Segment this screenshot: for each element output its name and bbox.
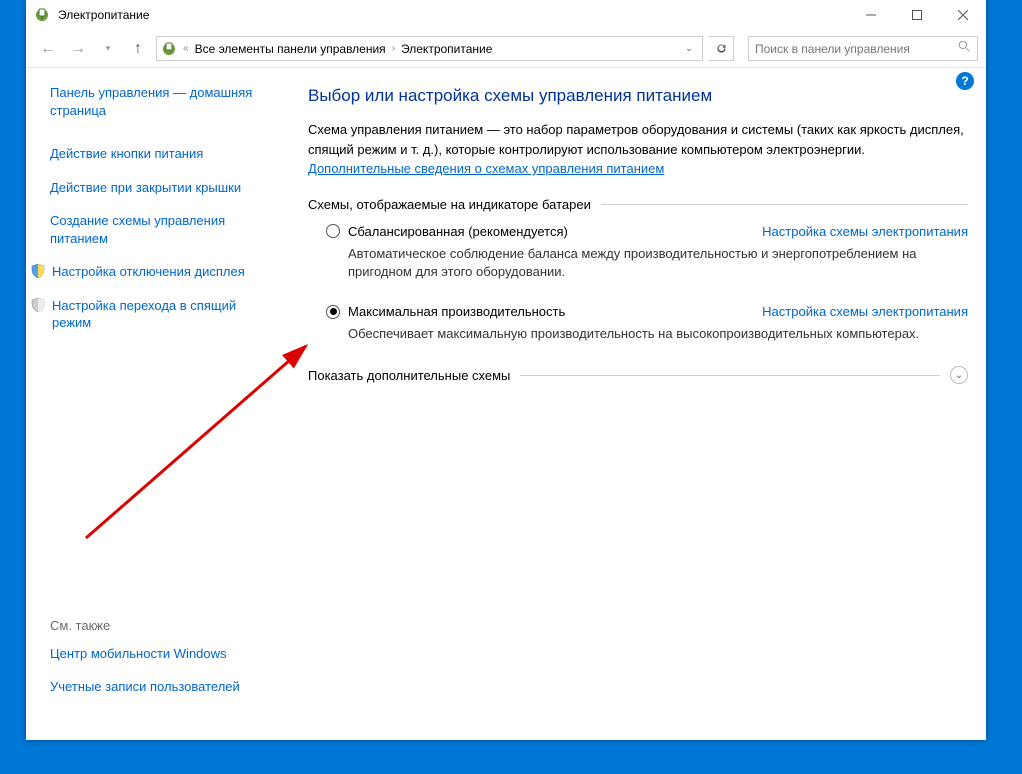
maximize-button[interactable] (894, 0, 940, 30)
plan-balanced-radio[interactable]: Сбалансированная (рекомендуется) (326, 224, 568, 239)
radio-off-icon (326, 224, 340, 238)
plans-fieldset: Схемы, отображаемые на индикаторе батаре… (308, 197, 968, 345)
navbar: ← → ▾ ↑ « Все элементы панели управления… (26, 30, 986, 68)
intro-text: Схема управления питанием — это набор па… (308, 120, 968, 179)
divider (520, 375, 940, 376)
chevron-left-icon: « (183, 43, 189, 54)
address-dropdown[interactable]: ⌄ (680, 43, 698, 54)
plan-balanced-settings-link[interactable]: Настройка схемы электропитания (762, 224, 968, 239)
expander-label: Показать дополнительные схемы (308, 368, 510, 383)
sidebar: Панель управления — домашняя страница Де… (26, 68, 276, 740)
fieldset-legend: Схемы, отображаемые на индикаторе батаре… (308, 197, 591, 212)
plan-balanced-label: Сбалансированная (рекомендуется) (348, 224, 568, 239)
chevron-right-icon: › (392, 43, 395, 54)
radio-on-icon (326, 305, 340, 319)
plan-high-perf-radio[interactable]: Максимальная производительность (326, 304, 565, 319)
sidebar-sleep[interactable]: Настройка перехода в спящий режим (30, 297, 264, 332)
breadcrumb-item-all[interactable]: Все элементы панели управления (195, 42, 386, 56)
sidebar-lid-action[interactable]: Действие при закрытии крышки (50, 179, 264, 197)
plan-high-perf: Максимальная производительность Настройк… (308, 304, 968, 344)
minimize-button[interactable] (848, 0, 894, 30)
page-heading: Выбор или настройка схемы управления пит… (308, 86, 968, 106)
power-options-window: Электропитание ← → ▾ ↑ « Все элементы па… (26, 0, 986, 740)
app-icon (34, 7, 50, 23)
sidebar-sleep-label: Настройка перехода в спящий режим (52, 297, 264, 332)
sidebar-home-link[interactable]: Панель управления — домашняя страница (50, 84, 264, 119)
search-icon (958, 40, 971, 58)
intro-link[interactable]: Дополнительные сведения о схемах управле… (308, 161, 664, 176)
intro-plain: Схема управления питанием — это набор па… (308, 122, 964, 157)
search-box[interactable] (748, 36, 978, 61)
plan-high-perf-label: Максимальная производительность (348, 304, 565, 319)
see-also-label: См. также (50, 618, 264, 633)
shield-icon (30, 297, 46, 313)
address-icon (161, 41, 177, 57)
sidebar-create-plan[interactable]: Создание схемы управления питанием (50, 212, 264, 247)
plan-high-perf-settings-link[interactable]: Настройка схемы электропитания (762, 304, 968, 319)
sidebar-accounts[interactable]: Учетные записи пользователей (50, 678, 264, 696)
forward-button[interactable]: → (66, 37, 90, 61)
plan-balanced: Сбалансированная (рекомендуется) Настрой… (308, 224, 968, 283)
refresh-button[interactable] (709, 36, 734, 61)
sidebar-display-off-label: Настройка отключения дисплея (52, 263, 245, 281)
main-panel: ? Выбор или настройка схемы управления п… (276, 68, 986, 740)
titlebar: Электропитание (26, 0, 986, 30)
close-button[interactable] (940, 0, 986, 30)
sidebar-mobility[interactable]: Центр мобильности Windows (50, 645, 264, 663)
window-title: Электропитание (58, 8, 848, 22)
content: Панель управления — домашняя страница Де… (26, 68, 986, 740)
help-icon[interactable]: ? (956, 72, 974, 90)
plan-balanced-desc: Автоматическое соблюдение баланса между … (348, 245, 968, 283)
breadcrumb-item-power[interactable]: Электропитание (401, 42, 492, 56)
chevron-down-icon[interactable]: ⌄ (950, 366, 968, 384)
divider (601, 204, 968, 205)
up-button[interactable]: ↑ (126, 37, 150, 61)
additional-plans-expander[interactable]: Показать дополнительные схемы ⌄ (308, 366, 968, 384)
sidebar-display-off[interactable]: Настройка отключения дисплея (30, 263, 264, 281)
recent-dropdown[interactable]: ▾ (96, 37, 120, 61)
back-button[interactable]: ← (36, 37, 60, 61)
sidebar-button-action[interactable]: Действие кнопки питания (50, 145, 264, 163)
search-input[interactable] (755, 42, 958, 56)
shield-icon (30, 263, 46, 279)
plan-high-perf-desc: Обеспечивает максимальную производительн… (348, 325, 968, 344)
address-bar[interactable]: « Все элементы панели управления › Элект… (156, 36, 703, 61)
window-controls (848, 0, 986, 30)
